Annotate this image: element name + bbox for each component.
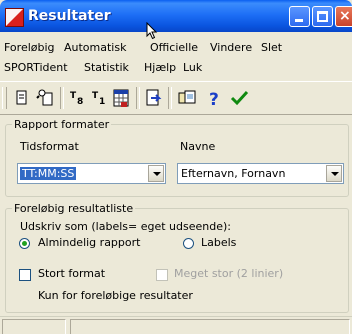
sort-button[interactable]: T 8 — [66, 87, 89, 109]
minimize-icon — [295, 19, 303, 22]
stort-format-checkbox[interactable] — [19, 269, 31, 281]
title-bar[interactable]: Resultater × — [0, 0, 352, 40]
maximize-button[interactable] — [312, 6, 333, 27]
status-panel — [70, 319, 350, 334]
copy-button[interactable] — [176, 87, 199, 109]
help-icon: ? — [209, 90, 219, 110]
menu-hjaelp[interactable]: Hjælp — [144, 61, 176, 74]
copy-icon — [178, 90, 196, 104]
ok-button[interactable] — [228, 87, 251, 109]
menu-sportident[interactable]: SPORTident — [4, 61, 68, 74]
menu-slet[interactable]: Slet — [261, 41, 282, 54]
almindelig-rapport-label[interactable]: Almindelig rapport — [38, 236, 140, 249]
status-bar — [0, 316, 352, 334]
print-button[interactable] — [10, 87, 33, 109]
ok-icon — [230, 90, 249, 106]
status-panel — [2, 319, 66, 334]
toolbar-grip[interactable] — [2, 87, 7, 109]
sort-icon: T 8 — [70, 91, 83, 107]
stort-format-label[interactable]: Stort format — [38, 267, 105, 280]
menu-vindere[interactable]: Vindere — [210, 41, 252, 54]
menu-bar-row-2: SPORTident Statistik Hjælp Luk — [0, 58, 352, 77]
print-preview-button[interactable] — [34, 87, 57, 109]
calendar-icon — [113, 89, 129, 107]
toolbar-separator — [136, 87, 140, 109]
navne-value: Efternavn, Fornavn — [181, 167, 286, 180]
tidsformat-select[interactable]: TT:MM:SS — [17, 163, 166, 184]
export-button[interactable] — [142, 87, 165, 109]
toolbar-separator — [60, 87, 64, 109]
navne-select[interactable]: Efternavn, Fornavn — [177, 163, 344, 184]
help-button[interactable]: ? — [202, 87, 225, 110]
close-icon: × — [339, 8, 351, 24]
toolbar-separator — [168, 87, 172, 109]
tidsformat-value: TT:MM:SS — [20, 167, 77, 180]
print-icon — [16, 90, 27, 105]
kun-forelobige-note: Kun for foreløbige resultater — [38, 289, 193, 302]
sort-one-button[interactable]: T 1 — [88, 87, 111, 109]
menu-bar-row-1: Foreløbig Automatisk Officielle Vindere … — [0, 38, 352, 57]
rapport-formater-label: Rapport formater — [12, 118, 112, 131]
svg-text:1: 1 — [99, 97, 105, 107]
close-button[interactable]: × — [335, 6, 352, 27]
menu-officielle[interactable]: Officielle — [150, 41, 198, 54]
rapport-formater-group — [5, 124, 349, 197]
svg-text:T: T — [92, 91, 99, 101]
tidsformat-label: Tidsformat — [20, 140, 79, 153]
sort-one-icon: T 1 — [92, 91, 105, 107]
chevron-down-icon[interactable] — [148, 165, 164, 182]
meget-stor-checkbox — [156, 269, 168, 281]
help-glyph: ? — [209, 90, 219, 109]
window-title: Resultater — [28, 8, 111, 24]
udskriv-som-label: Udskriv som (labels= eget udseende): — [20, 220, 231, 233]
menu-forelobig[interactable]: Foreløbig — [4, 41, 55, 54]
menu-luk[interactable]: Luk — [183, 61, 202, 74]
forelobig-resultatliste-label: Foreløbig resultatliste — [12, 202, 136, 215]
export-icon — [146, 89, 162, 106]
menu-automatisk[interactable]: Automatisk — [64, 41, 126, 54]
labels-label[interactable]: Labels — [201, 236, 236, 249]
menu-statistik[interactable]: Statistik — [84, 61, 129, 74]
minimize-button[interactable] — [289, 6, 310, 27]
almindelig-rapport-radio[interactable] — [19, 238, 30, 249]
meget-stor-label: Meget stor (2 linier) — [174, 267, 284, 280]
labels-radio[interactable] — [183, 238, 194, 249]
svg-text:T: T — [70, 91, 77, 101]
toolbar: T 8 T 1 ? — [0, 81, 352, 115]
print-preview-icon — [36, 89, 53, 106]
svg-text:8: 8 — [77, 97, 83, 107]
calendar-button[interactable] — [110, 87, 133, 109]
app-icon — [5, 8, 24, 27]
maximize-icon — [317, 11, 328, 22]
chevron-down-icon[interactable] — [326, 165, 342, 182]
navne-label: Navne — [180, 140, 216, 153]
